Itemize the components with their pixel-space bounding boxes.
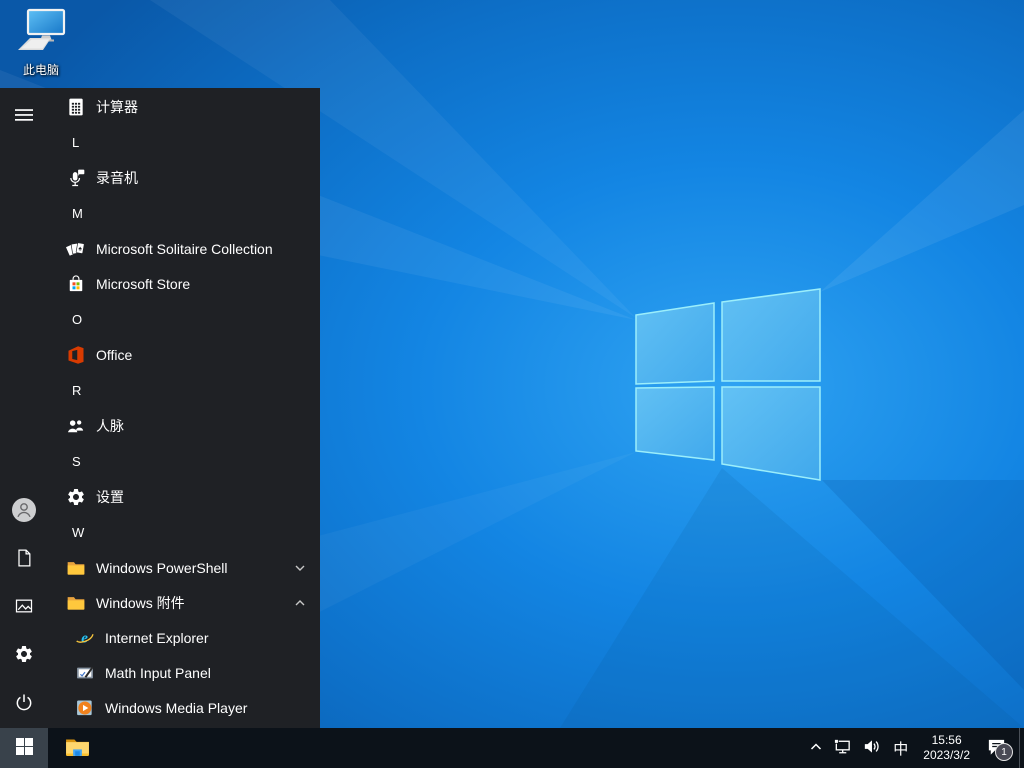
desktop-icon-this-pc[interactable]: 此电脑 [10, 8, 72, 78]
volume-icon [862, 737, 881, 759]
chevron-down-icon [294, 562, 306, 574]
people-icon [64, 414, 88, 438]
app-item-计算器[interactable]: 计算器 [48, 89, 320, 124]
app-list-section-R[interactable]: R [48, 372, 320, 408]
file-explorer-icon [64, 733, 91, 763]
pictures-icon [14, 596, 34, 619]
tray-chevron-up-button[interactable] [804, 728, 828, 768]
taskbar-clock[interactable]: 15:56 2023/3/2 [915, 733, 978, 763]
start-menu: 计算器 L 录音机 M ♠ Microsoft Solitaire Collection M… [0, 88, 320, 728]
rail-settings-button[interactable] [0, 631, 48, 679]
taskbar-file-explorer-button[interactable] [54, 728, 100, 768]
app-label: Windows Media Player [105, 699, 248, 716]
app-list-section-O[interactable]: O [48, 301, 320, 337]
folder-item-windows-powershell[interactable]: Windows PowerShell [48, 550, 320, 585]
app-item-internet-explorer[interactable]: e Internet Explorer [48, 620, 320, 655]
app-item-录音机[interactable]: 录音机 [48, 160, 320, 195]
rail-user-button[interactable] [0, 487, 48, 535]
app-label: Internet Explorer [105, 629, 209, 646]
taskbar: 中 15:56 2023/3/2 1 [0, 728, 1024, 768]
app-label: 计算器 [96, 98, 138, 115]
store-icon [64, 272, 88, 296]
rail-menu-button[interactable] [0, 92, 48, 140]
volume-button[interactable] [857, 728, 886, 768]
gear-icon [64, 485, 88, 509]
network-icon [833, 737, 852, 759]
hamburger-icon [15, 106, 33, 127]
app-list-section-S[interactable]: S [48, 443, 320, 479]
app-label: Math Input Panel [105, 664, 211, 681]
app-list-section-L[interactable]: L [48, 124, 320, 160]
calculator-icon [64, 95, 88, 119]
app-label: Windows 附件 [96, 594, 185, 611]
user-icon [11, 497, 37, 526]
rail-documents-button[interactable] [0, 535, 48, 583]
app-label: 人脉 [96, 417, 124, 434]
section-letter: O [72, 311, 83, 327]
clock-date: 2023/3/2 [923, 748, 970, 762]
app-item-人脉[interactable]: 人脉 [48, 408, 320, 443]
app-label: 设置 [96, 488, 124, 505]
solitaire-icon: ♠ [64, 237, 88, 261]
math-input-icon [73, 661, 97, 685]
folder-icon [64, 556, 88, 580]
clock-time: 15:56 [931, 733, 962, 747]
this-pc-icon [15, 8, 67, 59]
internet-explorer-icon: e [73, 626, 97, 650]
app-list-section-W[interactable]: W [48, 514, 320, 550]
section-letter: M [72, 205, 83, 221]
network-button[interactable] [828, 728, 857, 768]
app-item-设置[interactable]: 设置 [48, 479, 320, 514]
chevron-up-icon [294, 597, 306, 609]
windows-logo-icon [15, 738, 33, 758]
section-letter: S [72, 453, 81, 469]
app-item-windows-media-player[interactable]: Windows Media Player [48, 690, 320, 725]
rail-pictures-button[interactable] [0, 583, 48, 631]
chevron-up-icon [809, 740, 823, 757]
app-list-section-M[interactable]: M [48, 195, 320, 231]
app-label: Office [96, 346, 133, 363]
svg-text:e: e [81, 630, 88, 646]
start-button[interactable] [0, 728, 48, 768]
app-label: Windows PowerShell [96, 559, 228, 576]
app-item-office[interactable]: Office [48, 337, 320, 372]
app-label: Microsoft Store [96, 275, 191, 292]
this-pc-label: 此电脑 [22, 63, 59, 77]
section-letter: L [72, 134, 80, 150]
rail-power-button[interactable] [0, 679, 48, 727]
start-menu-app-list: 计算器 L 录音机 M ♠ Microsoft Solitaire Collection M… [48, 88, 320, 728]
voice-recorder-icon [64, 166, 88, 190]
app-label: 录音机 [96, 169, 138, 186]
gear-icon [14, 644, 34, 667]
office-icon [64, 343, 88, 367]
power-icon [14, 692, 34, 715]
app-item-microsoft-solitaire-collection[interactable]: ♠ Microsoft Solitaire Collection [48, 231, 320, 266]
start-menu-rail [0, 88, 48, 728]
app-item-math-input-panel[interactable]: Math Input Panel [48, 655, 320, 690]
media-player-icon [73, 696, 97, 720]
folder-icon [64, 591, 88, 615]
show-desktop-button[interactable] [1019, 728, 1024, 768]
system-tray: 中 15:56 2023/3/2 1 [804, 728, 1024, 768]
ime-indicator[interactable]: 中 [886, 728, 915, 768]
action-center-button[interactable]: 1 [978, 728, 1019, 768]
folder-item-windows-附件[interactable]: Windows 附件 [48, 585, 320, 620]
app-item-microsoft-store[interactable]: Microsoft Store [48, 266, 320, 301]
svg-text:♠: ♠ [78, 245, 82, 252]
app-label: Microsoft Solitaire Collection [96, 240, 273, 257]
section-letter: W [72, 524, 85, 540]
document-icon [14, 548, 34, 571]
section-letter: R [72, 382, 82, 398]
notification-badge: 1 [995, 743, 1013, 761]
